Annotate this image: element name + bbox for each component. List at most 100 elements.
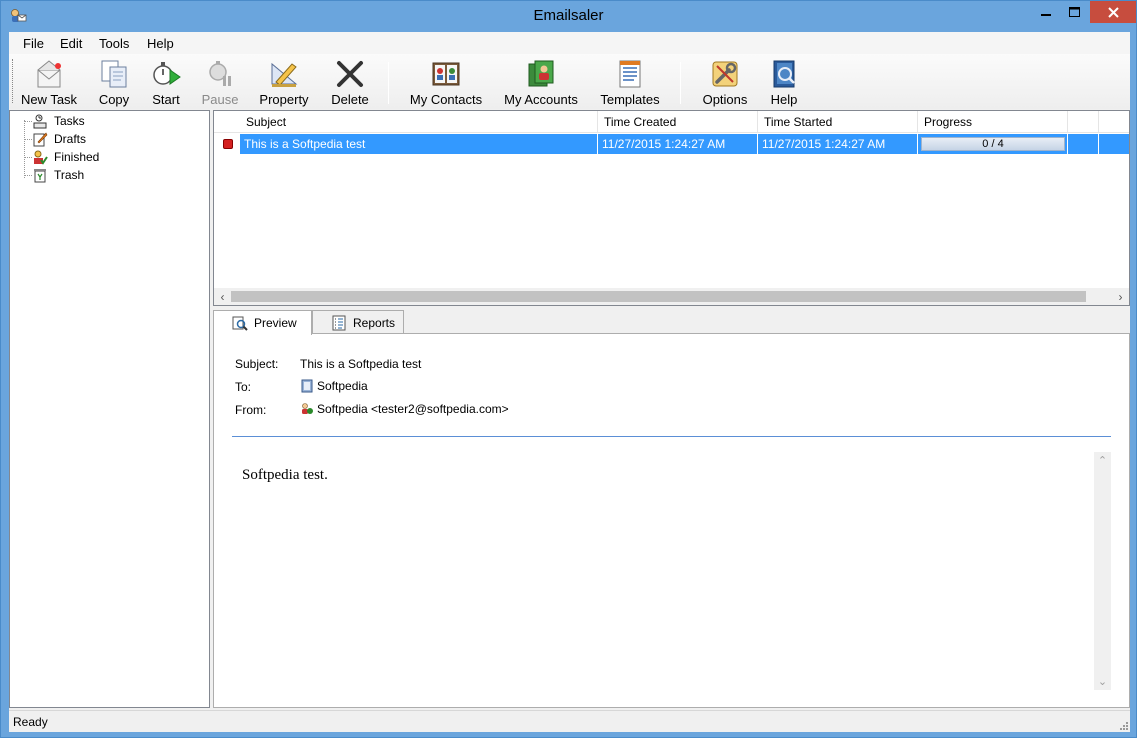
pause-icon — [209, 61, 231, 86]
preview-tabs: Preview Reports — [213, 310, 1130, 335]
title-bar[interactable]: Emailsaler — [1, 1, 1136, 32]
column-header-flag[interactable] — [214, 111, 240, 133]
delete-label: Delete — [331, 92, 369, 107]
vertical-scrollbar[interactable]: ⌃ ⌄ — [1094, 452, 1111, 690]
progress-bar: 0 / 4 — [921, 137, 1065, 151]
pause-label: Pause — [201, 92, 239, 107]
menu-help[interactable]: Help — [147, 36, 174, 51]
new-task-label: New Task — [20, 92, 78, 107]
to-label: To: — [235, 380, 252, 394]
finished-icon — [32, 149, 48, 165]
folder-tree[interactable]: Tasks Drafts Finished Trash — [9, 110, 210, 708]
cell-progress: 0 / 4 — [918, 134, 1068, 154]
tree-item-trash[interactable]: Trash — [24, 166, 84, 184]
status-flag-icon — [223, 139, 233, 149]
to-value: Softpedia — [300, 379, 368, 393]
tree-connector — [24, 138, 32, 140]
menu-tools[interactable]: Tools — [99, 36, 129, 51]
minimize-icon — [1041, 14, 1051, 16]
templates-icon — [619, 60, 641, 88]
toolbar-separator — [680, 62, 681, 104]
tree-item-drafts[interactable]: Drafts — [24, 130, 86, 148]
copy-button[interactable]: Copy — [92, 57, 136, 107]
property-button[interactable]: Property — [255, 57, 313, 107]
start-button[interactable]: Start — [146, 57, 186, 107]
column-header-time-created[interactable]: Time Created — [598, 111, 758, 133]
reports-icon — [331, 315, 347, 331]
tasks-icon — [32, 113, 48, 129]
minimize-button[interactable] — [1032, 1, 1060, 23]
scroll-up-icon[interactable]: ⌃ — [1094, 452, 1111, 469]
table-row[interactable]: This is a Softpedia test 11/27/2015 1:24… — [214, 134, 1129, 154]
my-contacts-label: My Contacts — [409, 92, 483, 107]
copy-icon — [101, 60, 127, 88]
toolbar-grip[interactable] — [12, 59, 15, 103]
close-icon — [1107, 6, 1119, 18]
column-header-time-started[interactable]: Time Started — [758, 111, 918, 133]
maximize-icon — [1068, 7, 1080, 17]
tree-item-label: Tasks — [54, 114, 85, 128]
tab-label: Reports — [353, 315, 396, 330]
status-text: Ready — [13, 715, 48, 729]
column-header-progress[interactable]: Progress — [918, 111, 1068, 133]
templates-label: Templates — [600, 92, 660, 107]
column-header-subject[interactable]: Subject — [240, 111, 598, 133]
help-label: Help — [770, 92, 798, 107]
toolbar: New Task Copy Start Pause Property Delet… — [9, 54, 1130, 109]
column-header-empty[interactable] — [1068, 111, 1099, 133]
preview-pane: Subject: This is a Softpedia test To: So… — [213, 333, 1130, 708]
tree-item-tasks[interactable]: Tasks — [24, 112, 85, 130]
options-label: Options — [702, 92, 748, 107]
tab-preview[interactable]: Preview — [213, 310, 312, 335]
drafts-icon — [32, 131, 48, 147]
cell-empty — [1099, 134, 1129, 154]
cell-time-started: 11/27/2015 1:24:27 AM — [758, 134, 918, 154]
scrollbar-thumb[interactable] — [231, 291, 1086, 302]
contact-book-icon — [300, 379, 314, 393]
new-task-icon — [37, 60, 61, 88]
from-value-text: Softpedia <tester2@softpedia.com> — [317, 402, 509, 416]
from-label: From: — [235, 403, 267, 417]
tree-item-label: Finished — [54, 150, 100, 164]
scroll-left-icon[interactable]: ‹ — [214, 288, 231, 305]
sender-icon — [300, 402, 314, 416]
tree-connector — [24, 156, 32, 158]
list-header: Subject Time Created Time Started Progre… — [214, 111, 1129, 133]
tree-connector — [24, 120, 32, 122]
pause-button[interactable]: Pause — [199, 57, 241, 107]
preview-icon — [232, 315, 248, 331]
scroll-down-icon[interactable]: ⌄ — [1094, 673, 1111, 690]
menu-file[interactable]: File — [23, 36, 44, 51]
scroll-right-icon[interactable]: › — [1112, 288, 1129, 305]
message-body: Softpedia test. — [242, 467, 328, 483]
menu-edit[interactable]: Edit — [60, 36, 82, 51]
my-accounts-label: My Accounts — [504, 92, 578, 107]
close-button[interactable] — [1090, 1, 1136, 23]
app-window: Emailsaler File Edit Tools Help New Task… — [0, 0, 1137, 738]
window-title: Emailsaler — [533, 7, 604, 24]
resize-grip-icon[interactable] — [1118, 720, 1128, 730]
my-contacts-button[interactable]: My Contacts — [407, 57, 485, 107]
my-accounts-icon — [528, 60, 554, 87]
delete-button[interactable]: Delete — [327, 57, 373, 107]
templates-button[interactable]: Templates — [597, 57, 663, 107]
my-contacts-icon — [432, 62, 460, 86]
horizontal-scrollbar[interactable]: ‹ › — [214, 288, 1129, 305]
property-icon — [271, 62, 298, 87]
start-label: Start — [152, 92, 180, 107]
help-button[interactable]: Help — [764, 57, 804, 107]
my-accounts-button[interactable]: My Accounts — [503, 57, 579, 107]
maximize-button[interactable] — [1060, 1, 1088, 23]
tab-reports[interactable]: Reports — [312, 310, 404, 334]
new-task-button[interactable]: New Task — [20, 57, 78, 107]
to-value-text: Softpedia — [317, 379, 368, 393]
options-button[interactable]: Options — [699, 57, 751, 107]
task-list[interactable]: Subject Time Created Time Started Progre… — [213, 110, 1130, 306]
progress-text: 0 / 4 — [982, 138, 1004, 150]
client-area: File Edit Tools Help New Task Copy Start… — [9, 32, 1130, 732]
tree-item-label: Drafts — [54, 132, 87, 146]
cell-time-created: 11/27/2015 1:24:27 AM — [598, 134, 758, 154]
tree-item-finished[interactable]: Finished — [24, 148, 99, 166]
tree-connector — [24, 174, 32, 176]
trash-icon — [32, 167, 48, 183]
